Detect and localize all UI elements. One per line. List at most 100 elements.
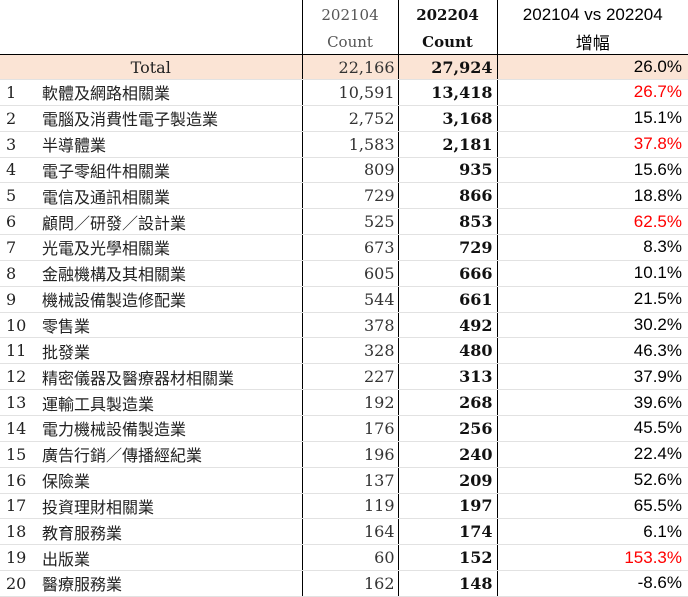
header-blank-name-2 (40, 29, 302, 55)
row-count-202104: 137 (301, 467, 398, 494)
row-growth-pct: 39.6% (496, 389, 688, 416)
row-growth-pct: 21.5% (496, 286, 688, 313)
row-count-202204: 661 (397, 286, 497, 313)
row-industry-name: 醫療服務業 (40, 570, 302, 597)
table-row: 16 保險業 137 209 52.6% (0, 467, 688, 494)
row-count-202204: 240 (397, 441, 497, 468)
row-growth-pct: 153.3% (496, 544, 688, 572)
row-rank: 15 (0, 441, 40, 468)
row-count-202104: 809 (301, 157, 398, 184)
row-rank: 13 (0, 389, 40, 416)
row-industry-name: 電腦及消費性電子製造業 (40, 105, 302, 132)
row-growth-pct: 65.5% (496, 493, 688, 520)
row-count-202104: 227 (301, 363, 398, 391)
row-count-202104: 1,583 (301, 131, 398, 158)
table-row: 13 運輸工具製造業 192 268 39.6% (0, 389, 688, 416)
row-count-202204: 152 (397, 544, 497, 572)
row-rank: 17 (0, 493, 40, 520)
table-row: 2 電腦及消費性電子製造業 2,752 3,168 15.1% (0, 105, 688, 132)
row-count-202104: 119 (301, 493, 398, 520)
table-row: 15 廣告行銷／傳播經紀業 196 240 22.4% (0, 441, 688, 468)
row-count-202104: 164 (301, 518, 398, 546)
table-row: 4 電子零組件相關業 809 935 15.6% (0, 157, 688, 184)
row-count-202104: 673 (301, 234, 398, 261)
table-row: 19 出版業 60 152 153.3% (0, 544, 688, 572)
row-count-202204: 174 (397, 518, 497, 546)
row-industry-name: 電信及通訊相關業 (40, 182, 302, 210)
header-row-subtitles: Count Count 增幅 (0, 29, 688, 55)
row-growth-pct: 45.5% (496, 415, 688, 442)
header-col-b-sub: Count (397, 29, 497, 55)
row-rank: 12 (0, 363, 40, 391)
row-count-202204: 729 (397, 234, 497, 261)
total-label: Total (0, 54, 302, 80)
row-count-202104: 729 (301, 182, 398, 210)
row-rank: 20 (0, 570, 40, 597)
row-industry-name: 顧問／研發／設計業 (40, 208, 302, 236)
table-row: 11 批發業 328 480 46.3% (0, 337, 688, 365)
table-row: 5 電信及通訊相關業 729 866 18.8% (0, 182, 688, 210)
row-industry-name: 保險業 (40, 467, 302, 494)
row-count-202104: 192 (301, 389, 398, 416)
total-pct: 26.0% (496, 54, 688, 80)
row-count-202104: 162 (301, 570, 398, 597)
row-rank: 9 (0, 286, 40, 313)
table-row: 3 半導體業 1,583 2,181 37.8% (0, 131, 688, 158)
row-count-202204: 268 (397, 389, 497, 416)
row-rank: 8 (0, 260, 40, 287)
row-industry-name: 批發業 (40, 337, 302, 365)
row-industry-name: 精密儀器及醫療器材相關業 (40, 363, 302, 391)
row-growth-pct: 37.8% (496, 131, 688, 158)
row-count-202204: 492 (397, 312, 497, 339)
row-industry-name: 出版業 (40, 544, 302, 572)
header-col-a-period: 202104 (301, 0, 398, 29)
row-count-202104: 525 (301, 208, 398, 236)
row-count-202204: 480 (397, 337, 497, 365)
row-rank: 1 (0, 79, 40, 106)
row-industry-name: 軟體及網路相關業 (40, 79, 302, 106)
row-rank: 7 (0, 234, 40, 261)
row-rank: 16 (0, 467, 40, 494)
row-count-202104: 10,591 (301, 79, 398, 106)
row-industry-name: 金融機構及其相關業 (40, 260, 302, 287)
table-row: 18 教育服務業 164 174 6.1% (0, 518, 688, 546)
row-rank: 18 (0, 518, 40, 546)
row-industry-name: 教育服務業 (40, 518, 302, 546)
industry-comparison-table: 202104 202204 202104 vs 202204 Count Cou… (0, 0, 688, 597)
row-growth-pct: 62.5% (496, 208, 688, 236)
row-industry-name: 零售業 (40, 312, 302, 339)
row-growth-pct: 22.4% (496, 441, 688, 468)
row-rank: 14 (0, 415, 40, 442)
row-count-202204: 13,418 (397, 79, 497, 106)
row-rank: 2 (0, 105, 40, 132)
row-industry-name: 半導體業 (40, 131, 302, 158)
row-count-202104: 2,752 (301, 105, 398, 132)
header-col-b-period: 202204 (397, 0, 497, 29)
table-row: 7 光電及光學相關業 673 729 8.3% (0, 234, 688, 261)
header-row-periods: 202104 202204 202104 vs 202204 (0, 0, 688, 29)
row-rank: 5 (0, 182, 40, 210)
row-rank: 6 (0, 208, 40, 236)
row-growth-pct: 6.1% (496, 518, 688, 546)
total-row: Total 22,166 27,924 26.0% (0, 54, 688, 80)
row-rank: 10 (0, 312, 40, 339)
table-row: 1 軟體及網路相關業 10,591 13,418 26.7% (0, 79, 688, 106)
row-rank: 19 (0, 544, 40, 572)
header-col-p-sub: 增幅 (496, 29, 688, 55)
row-growth-pct: 52.6% (496, 467, 688, 494)
row-count-202204: 197 (397, 493, 497, 520)
row-count-202204: 256 (397, 415, 497, 442)
row-count-202104: 328 (301, 337, 398, 365)
row-count-202204: 866 (397, 182, 497, 210)
row-count-202204: 148 (397, 570, 497, 597)
table-row: 9 機械設備製造修配業 544 661 21.5% (0, 286, 688, 313)
total-b: 27,924 (397, 54, 497, 80)
table-row: 12 精密儀器及醫療器材相關業 227 313 37.9% (0, 363, 688, 391)
header-col-a-sub: Count (301, 29, 398, 55)
header-blank-name (40, 0, 302, 29)
row-count-202104: 176 (301, 415, 398, 442)
table-row: 14 電力機械設備製造業 176 256 45.5% (0, 415, 688, 442)
row-growth-pct: 10.1% (496, 260, 688, 287)
row-rank: 11 (0, 337, 40, 365)
row-industry-name: 運輸工具製造業 (40, 389, 302, 416)
